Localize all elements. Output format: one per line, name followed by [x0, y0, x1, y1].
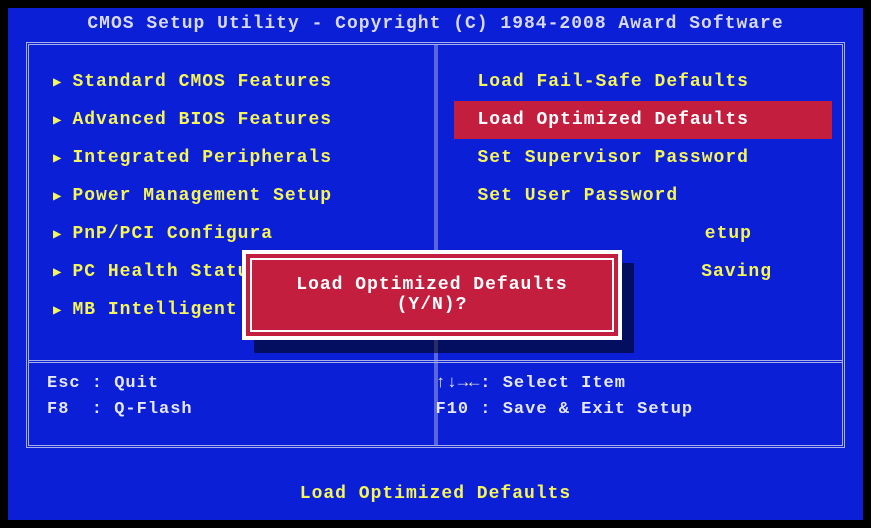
arrow-right-icon: ▶ [53, 226, 62, 243]
help-bar: Esc : Quit F8 : Q-Flash ↑↓→←: Select Ite… [29, 363, 842, 445]
arrow-right-icon: ▶ [53, 302, 62, 319]
menu-item-pnp-pci[interactable]: ▶ PnP/PCI Configura [47, 215, 426, 253]
main-box: ▶ Standard CMOS Features ▶ Advanced BIOS… [26, 42, 845, 448]
menu-item-label: Standard CMOS Features [72, 72, 332, 92]
menu-item-label: Integrated Peripherals [72, 148, 332, 168]
menu-item-label: Advanced BIOS Features [72, 110, 332, 130]
menu-item-label: Power Management Setup [72, 186, 332, 206]
menu-item-label: Saving [701, 262, 772, 282]
menu-item-save-exit-setup[interactable]: etup [454, 215, 833, 253]
footer-hint: Load Optimized Defaults [8, 484, 863, 504]
arrow-right-icon: ▶ [53, 150, 62, 167]
help-right: ↑↓→←: Select Item F10 : Save & Exit Setu… [436, 371, 825, 437]
menu-item-user-password[interactable]: Set User Password [454, 177, 833, 215]
menu-item-standard-cmos[interactable]: ▶ Standard CMOS Features [47, 63, 426, 101]
menu-item-label: Load Optimized Defaults [478, 110, 749, 130]
menu-item-load-failsafe[interactable]: Load Fail-Safe Defaults [454, 63, 833, 101]
help-left: Esc : Quit F8 : Q-Flash [47, 371, 436, 437]
menu-item-label: etup [705, 224, 752, 244]
menu-item-label: Set User Password [478, 186, 679, 206]
confirm-dialog[interactable]: Load Optimized Defaults (Y/N)? [242, 250, 622, 340]
menu-item-label: Set Supervisor Password [478, 148, 749, 168]
arrow-right-icon: ▶ [53, 264, 62, 281]
menu-item-load-optimized[interactable]: Load Optimized Defaults [454, 101, 833, 139]
arrow-right-icon: ▶ [53, 112, 62, 129]
dialog-inner: Load Optimized Defaults (Y/N)? [250, 258, 614, 332]
arrow-right-icon: ▶ [53, 188, 62, 205]
bios-screen: CMOS Setup Utility - Copyright (C) 1984-… [8, 8, 863, 520]
dialog-text: Load Optimized Defaults (Y/N)? [260, 275, 604, 315]
page-title: CMOS Setup Utility - Copyright (C) 1984-… [8, 8, 863, 38]
menu-item-label: Load Fail-Safe Defaults [478, 72, 749, 92]
menu-item-advanced-bios[interactable]: ▶ Advanced BIOS Features [47, 101, 426, 139]
menu-item-power-management[interactable]: ▶ Power Management Setup [47, 177, 426, 215]
menu-item-supervisor-password[interactable]: Set Supervisor Password [454, 139, 833, 177]
arrow-right-icon: ▶ [53, 74, 62, 91]
menu-item-label: PC Health Status [72, 262, 261, 282]
menu-item-integrated-peripherals[interactable]: ▶ Integrated Peripherals [47, 139, 426, 177]
menu-item-label: PnP/PCI Configura [72, 224, 273, 244]
